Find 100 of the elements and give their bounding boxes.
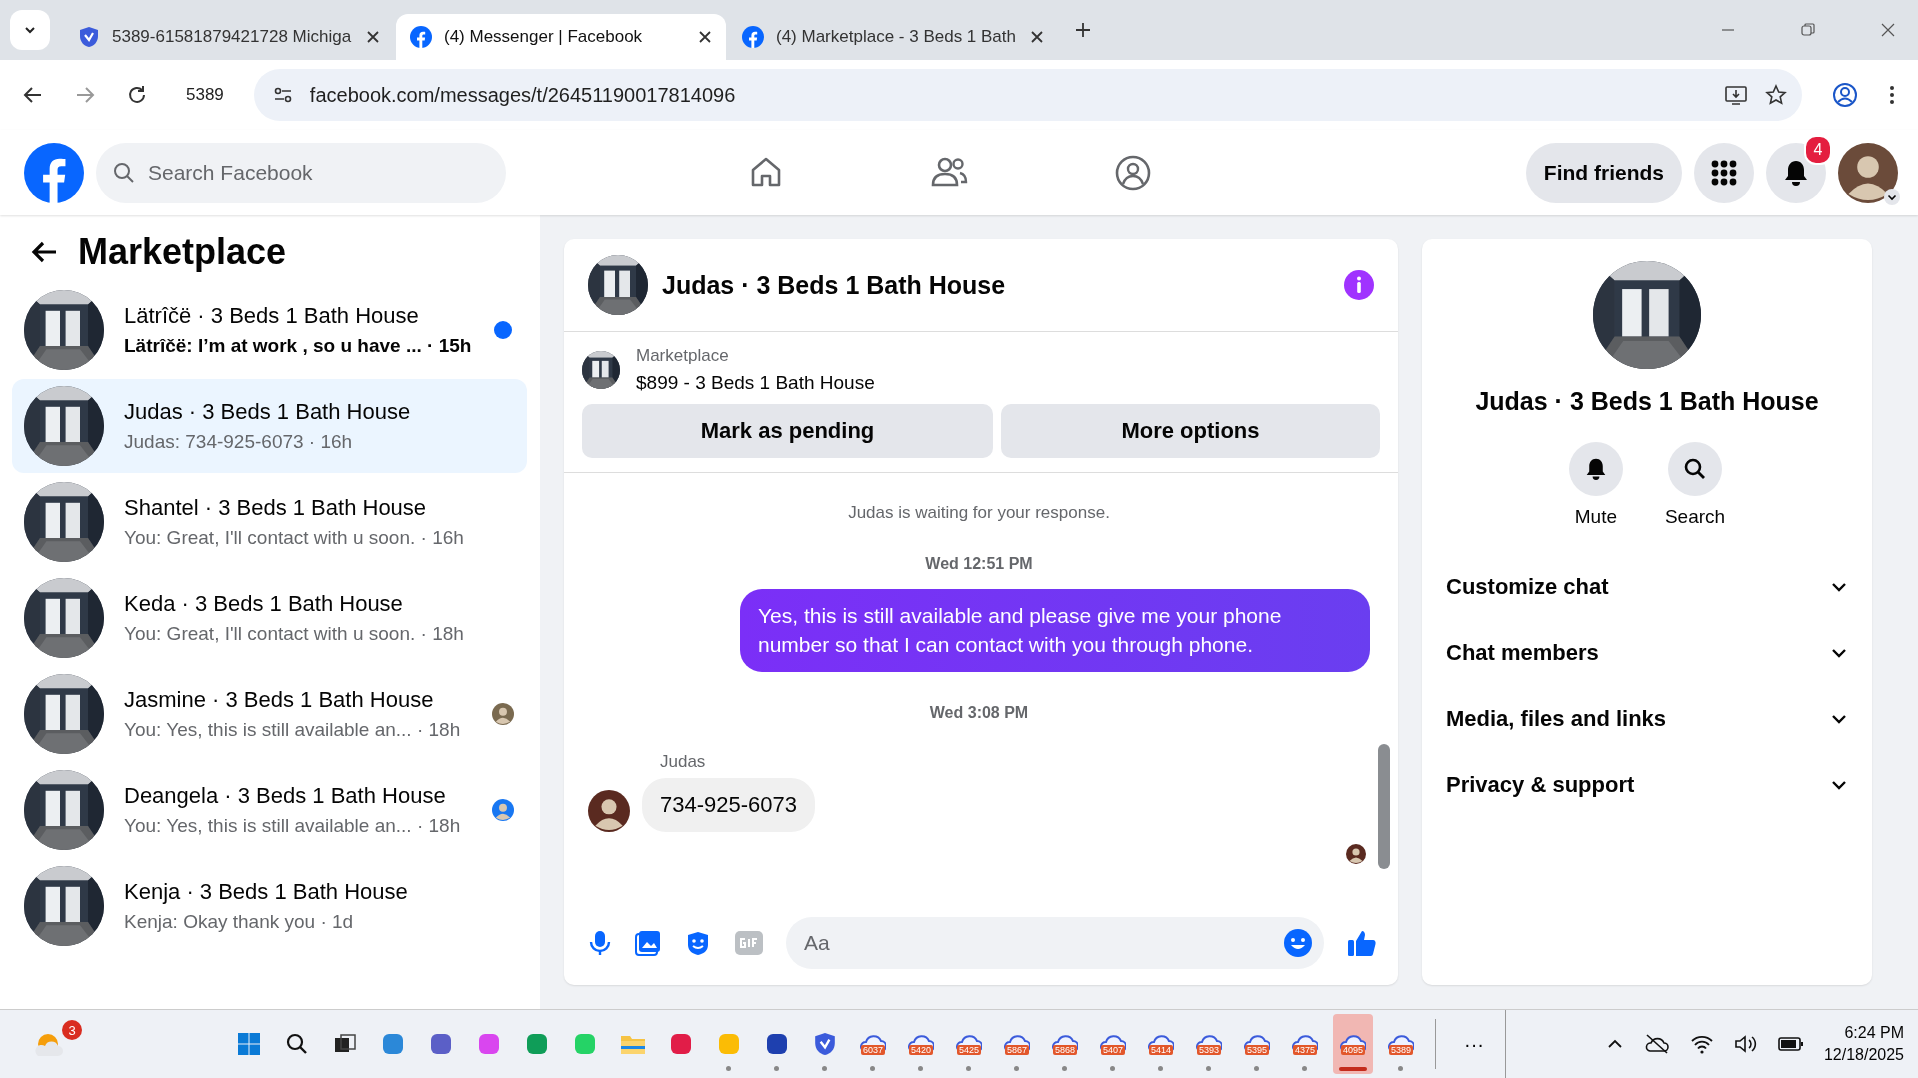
browser-tab[interactable]: (4) Messenger | Facebook xyxy=(396,14,726,60)
facebook-icon xyxy=(410,26,432,48)
close-icon[interactable] xyxy=(1880,22,1896,38)
avatar-icon xyxy=(1346,843,1366,864)
find-friends-button[interactable]: Find friends xyxy=(1525,142,1682,203)
avatar-icon xyxy=(588,789,630,832)
profile-action-button[interactable] xyxy=(1668,442,1722,496)
listing-action-button[interactable]: Mark as pending xyxy=(582,404,993,458)
sidebar-title: Marketplace xyxy=(78,231,287,273)
browser-tab[interactable]: 5389-61581879421728 Michiga xyxy=(64,14,394,60)
tab-title: (4) Messenger | Facebook xyxy=(444,27,644,47)
conversation-preview: Judas: 734-925-6073 · 16h xyxy=(124,431,354,453)
address-field[interactable]: facebook.com/messages/t/26451190017814096 xyxy=(253,69,1802,121)
taskbar-app[interactable]: 5395 xyxy=(1236,1014,1277,1074)
taskbar-app[interactable]: 5420 xyxy=(900,1014,941,1074)
taskbar-app[interactable]: 4375 xyxy=(1284,1014,1325,1074)
shield-icon xyxy=(78,26,100,48)
plus-icon[interactable] xyxy=(1074,21,1092,39)
listing-action-button[interactable]: More options xyxy=(1000,404,1380,458)
message-timestamp: Wed 3:08 PM xyxy=(929,703,1029,722)
close-icon[interactable] xyxy=(1030,30,1044,44)
app-icon xyxy=(524,1032,549,1056)
search-field[interactable]: Search Facebook xyxy=(96,142,506,203)
notifications-button[interactable] xyxy=(1766,142,1826,203)
message-field[interactable]: Aa xyxy=(786,917,1324,969)
app-icon xyxy=(380,1032,405,1056)
volume-icon[interactable] xyxy=(1733,1034,1758,1054)
taskbar-app[interactable]: 5389 xyxy=(1380,1014,1421,1074)
details-section[interactable]: Privacy & support xyxy=(1432,752,1862,818)
weather-widget[interactable]: 3 xyxy=(28,1018,82,1070)
account-button[interactable] xyxy=(1838,142,1898,203)
avatar-icon xyxy=(1838,142,1898,203)
conversation-item[interactable]: Judas · 3 Beds 1 Bath House Judas: 734-925-6073 · 16h xyxy=(12,379,528,473)
app-badge: 5420 xyxy=(908,1045,933,1055)
search-icon xyxy=(1683,457,1707,481)
details-section[interactable]: Customize chat xyxy=(1432,554,1862,620)
conversation-title: Deangela · 3 Beds 1 Bath House xyxy=(124,783,447,809)
chat-title: Judas · 3 Beds 1 Bath House xyxy=(662,270,1006,300)
conversation-preview: You: Great, I'll contact with u soon. · 18h xyxy=(124,623,465,645)
clock[interactable]: 6:24 PM 12/18/2025 xyxy=(1823,1024,1904,1064)
search-icon xyxy=(112,160,136,185)
details-section[interactable]: Chat members xyxy=(1432,620,1862,686)
more-button[interactable]: ··· xyxy=(1449,1032,1498,1056)
conversation-item[interactable]: Kenja · 3 Beds 1 Bath House Kenja: Okay thank you · 1d xyxy=(12,859,528,953)
conversation-preview: Lätrîčë: I’m at work , so u have ... · 15h xyxy=(124,335,472,357)
conversation-item[interactable]: Deangela · 3 Beds 1 Bath House You: Yes, this is still available an... · 18h xyxy=(12,763,528,857)
conversation-preview: You: Yes, this is still available an... · 18h xyxy=(124,719,462,741)
profile-icon[interactable] xyxy=(1832,82,1858,108)
battery-icon[interactable] xyxy=(1777,1036,1804,1052)
restore-icon[interactable] xyxy=(1800,22,1816,38)
avatar-icon xyxy=(492,799,515,821)
taskbar-app[interactable]: 5407 xyxy=(1092,1014,1133,1074)
cloud-off-icon[interactable] xyxy=(1643,1033,1670,1055)
taskbar-app[interactable]: 5414 xyxy=(1140,1014,1181,1074)
shield-icon xyxy=(812,1032,837,1056)
menu-icon[interactable] xyxy=(1888,83,1896,107)
app-icon xyxy=(764,1032,789,1056)
install-icon[interactable] xyxy=(1724,83,1748,107)
profile-action-button[interactable] xyxy=(1568,442,1623,496)
browser-tab[interactable]: (4) Marketplace - 3 Beds 1 Bath xyxy=(728,14,1058,60)
taskbar-app[interactable]: 6037 xyxy=(852,1014,893,1074)
taskbar-app[interactable]: 5868 xyxy=(1044,1014,1085,1074)
taskbar-app[interactable]: 4095 xyxy=(1332,1014,1373,1074)
conversation-title: Kenja · 3 Beds 1 Bath House xyxy=(124,879,409,905)
conversation-item[interactable]: Keda · 3 Beds 1 Bath House You: Great, I'll contact with u soon. · 18h xyxy=(12,571,528,665)
image-icon[interactable] xyxy=(634,929,662,957)
taskbar-app[interactable]: 5425 xyxy=(948,1014,989,1074)
close-icon[interactable] xyxy=(698,30,712,44)
microphone-icon[interactable] xyxy=(588,929,612,957)
grid-icon xyxy=(1711,159,1737,186)
app-badge: 5414 xyxy=(1148,1045,1173,1055)
info-icon[interactable] xyxy=(1344,270,1374,300)
app-icon xyxy=(668,1032,693,1056)
close-icon[interactable] xyxy=(366,30,380,44)
star-icon[interactable] xyxy=(1764,83,1788,107)
wifi-icon[interactable] xyxy=(1689,1034,1714,1054)
taskbar-app[interactable]: 5393 xyxy=(1188,1014,1229,1074)
facebook-logo-icon[interactable] xyxy=(24,142,84,203)
taskbar-app[interactable]: 5867 xyxy=(996,1014,1037,1074)
conversation-item[interactable]: Lätrîčë · 3 Beds 1 Bath House Lätrîčë: I’m at work , so u have ... · 15h xyxy=(12,283,528,377)
profile-label: 5389 xyxy=(186,85,224,105)
conversation-preview: Kenja: Okay thank you · 1d xyxy=(124,911,355,933)
conversation-item[interactable]: Shantel · 3 Beds 1 Bath House You: Great, I'll contact with u soon. · 16h xyxy=(12,475,528,569)
contact-name: Judas · 3 Beds 1 Bath House xyxy=(1475,387,1819,416)
conversation-item[interactable]: Jasmine · 3 Beds 1 Bath House You: Yes, this is still available an... · 18h xyxy=(12,667,528,761)
reload-icon[interactable] xyxy=(126,84,148,106)
app-badge: 4375 xyxy=(1292,1045,1317,1055)
app-badge: 5395 xyxy=(1244,1045,1269,1055)
system-notice: Judas is waiting for your response. xyxy=(848,503,1110,523)
app-badge: 5393 xyxy=(1196,1045,1221,1055)
conversation-title: Shantel · 3 Beds 1 Bath House xyxy=(124,495,428,521)
weather-badge: 3 xyxy=(62,1020,82,1040)
groups-icon[interactable] xyxy=(1113,153,1152,192)
app-badge: 5867 xyxy=(1004,1045,1029,1055)
app-icon xyxy=(572,1032,597,1056)
avatar-icon xyxy=(492,703,515,725)
search-icon xyxy=(284,1032,309,1056)
details-section[interactable]: Media, files and links xyxy=(1432,686,1862,752)
emoji-icon[interactable] xyxy=(1283,928,1313,958)
conversation-title: Jasmine · 3 Beds 1 Bath House xyxy=(124,687,435,713)
